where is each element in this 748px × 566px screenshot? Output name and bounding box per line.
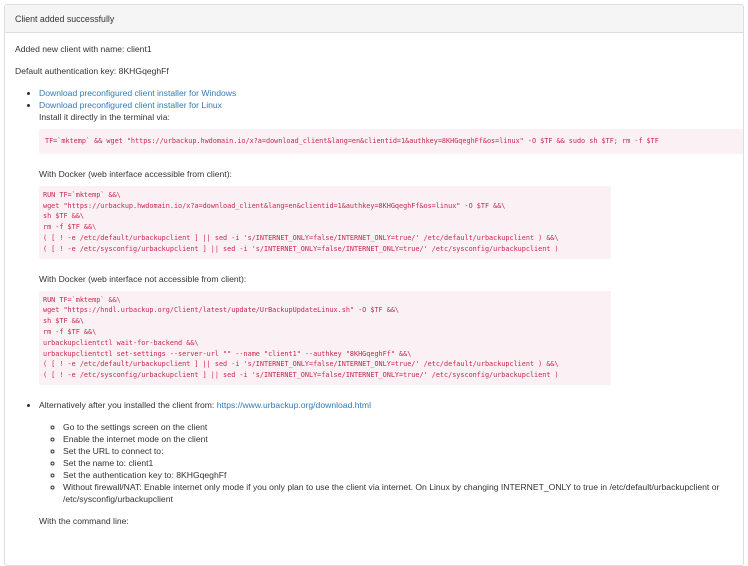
step-item: Without firewall/NAT: Enable internet on… [63,481,733,505]
terminal-label: Install it directly in the terminal via: [39,112,170,122]
panel-body: Added new client with name: client1 Defa… [5,33,743,527]
step-item: Go to the settings screen on the client [63,421,733,433]
docker-accessible-command[interactable]: RUN TF=`mktemp` &&\ wget "https://urback… [39,185,611,259]
download-windows-link[interactable]: Download preconfigured client installer … [39,88,236,98]
docker-not-accessible-command[interactable]: RUN TF=`mktemp` &&\ wget "https://hndl.u… [39,290,611,385]
panel-title: Client added successfully [15,13,115,24]
docker-not-accessible-label: With Docker (web interface not accessibl… [39,273,247,284]
command-line-label: With the command line: [39,515,129,526]
step-item: Enable the internet mode on the client [63,433,733,445]
list-item: Download preconfigured client installer … [39,87,733,99]
terminal-command[interactable]: TF=`mktemp` && wget "https://urbackup.hw… [39,129,743,154]
auth-key-message: Default authentication key: 8KHGqeghFf [15,66,169,76]
steps-list: Go to the settings screen on the client … [39,421,733,505]
docker-accessible-label: With Docker (web interface accessible fr… [39,168,232,179]
list-item: Alternatively after you installed the cl… [39,399,733,527]
panel-heading: Client added successfully [5,5,743,33]
client-added-panel: Client added successfully Added new clie… [4,4,744,566]
step-item: Set the authentication key to: 8KHGqeghF… [63,469,733,481]
list-item: Download preconfigured client installer … [39,99,743,385]
step-item: Set the URL to connect to: [63,445,733,457]
urbackup-download-link[interactable]: https://www.urbackup.org/download.html [217,400,371,410]
download-linux-link[interactable]: Download preconfigured client installer … [39,100,222,110]
alternative-text: Alternatively after you installed the cl… [39,399,217,410]
added-client-message: Added new client with name: client1 [15,44,152,54]
options-list: Download preconfigured client installer … [15,87,743,527]
step-item: Set the name to: client1 [63,457,733,469]
